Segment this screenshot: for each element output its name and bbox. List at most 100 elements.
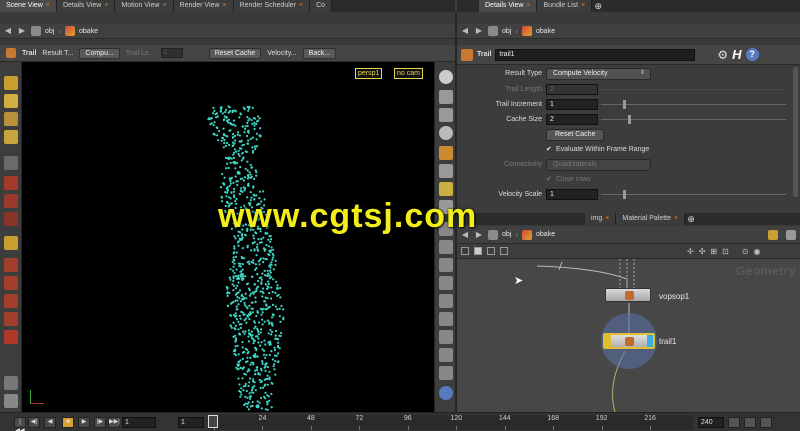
display-normals-icon[interactable] bbox=[439, 240, 453, 254]
velocity-approx-select[interactable]: Back... bbox=[302, 47, 337, 59]
result-type-select[interactable]: Compute Velocity bbox=[546, 68, 651, 80]
trail-length-field[interactable]: 2 bbox=[160, 48, 183, 58]
tab-details-view[interactable]: Details View × bbox=[56, 0, 116, 12]
tab-render-scheduler[interactable]: Render Scheduler × bbox=[233, 0, 311, 12]
trail-increment-field[interactable]: 1 bbox=[546, 99, 598, 110]
back-arrow-icon[interactable]: ◀ bbox=[460, 26, 470, 36]
camera-select-menu[interactable]: no cam bbox=[394, 68, 423, 79]
forward-arrow-icon[interactable]: ▶ bbox=[17, 26, 27, 36]
path-root[interactable]: obj bbox=[502, 231, 511, 238]
display-points-icon[interactable] bbox=[439, 222, 453, 236]
jump-start-button[interactable]: |◀◀ bbox=[14, 417, 26, 431]
tab-motion-view[interactable]: Motion View × bbox=[115, 0, 174, 12]
forward-arrow-icon[interactable]: ▶ bbox=[474, 230, 484, 240]
global-animation-options-icon[interactable] bbox=[760, 417, 772, 428]
start-frame-field[interactable]: 1 bbox=[178, 417, 204, 428]
end-frame-field[interactable]: 240 bbox=[698, 417, 724, 428]
node-name-label[interactable]: vopsop1 bbox=[659, 292, 689, 301]
display-point-numbers-icon[interactable] bbox=[439, 276, 453, 290]
trail-length-slider[interactable] bbox=[601, 89, 786, 90]
tab-image-network[interactable]: img × bbox=[585, 213, 617, 225]
snap-grid-icon[interactable] bbox=[4, 258, 18, 272]
close-icon[interactable]: × bbox=[674, 215, 678, 222]
help-icon[interactable]: ? bbox=[745, 48, 759, 61]
path-node[interactable]: obake bbox=[536, 231, 555, 238]
snap-multi-icon[interactable] bbox=[4, 312, 18, 326]
display-prim-numbers-icon[interactable] bbox=[439, 258, 453, 272]
back-arrow-icon[interactable]: ◀ bbox=[3, 26, 13, 36]
camera-icon[interactable] bbox=[439, 164, 453, 178]
lock-camera-icon[interactable] bbox=[439, 146, 453, 160]
close-icon[interactable]: × bbox=[581, 2, 585, 9]
light-icon[interactable] bbox=[439, 182, 453, 196]
tab-render-view[interactable]: Render View × bbox=[173, 0, 234, 12]
scale-tool-icon[interactable] bbox=[4, 194, 18, 208]
reset-cache-button[interactable]: Reset Cache bbox=[546, 129, 605, 141]
pose-tool-icon[interactable] bbox=[4, 94, 18, 108]
forward-arrow-icon[interactable]: ▶ bbox=[474, 26, 484, 36]
select-tool-icon[interactable] bbox=[4, 76, 18, 90]
result-type-select[interactable]: Compu... bbox=[79, 47, 120, 59]
frame-selection-icon[interactable] bbox=[439, 126, 453, 140]
link-icon[interactable] bbox=[786, 229, 796, 240]
node-display-flag[interactable] bbox=[647, 335, 653, 347]
evaluate-frame-range-checkbox[interactable]: ✔ Evaluate Within Frame Range bbox=[546, 144, 649, 156]
scene-viewport[interactable]: persp1 no cam bbox=[22, 62, 434, 412]
tab-details-view-right[interactable]: Details View × bbox=[479, 0, 538, 12]
node-name-label[interactable]: trail1 bbox=[659, 337, 676, 346]
current-frame-field[interactable]: 1 bbox=[122, 417, 156, 428]
close-icon[interactable]: × bbox=[605, 215, 609, 222]
path-root[interactable]: obj bbox=[502, 28, 511, 35]
tab-scene-view[interactable]: Scene View × bbox=[0, 0, 57, 12]
cache-size-slider[interactable] bbox=[601, 115, 786, 124]
wireframe-display-icon[interactable] bbox=[439, 90, 453, 104]
slider-thumb[interactable] bbox=[622, 190, 626, 199]
snap-curve-icon[interactable] bbox=[4, 294, 18, 308]
view-tool-icon[interactable] bbox=[4, 130, 18, 144]
help-icon[interactable] bbox=[439, 386, 453, 400]
jump-end-button[interactable]: ▶▶| bbox=[108, 417, 120, 428]
tab-material-palette[interactable]: Material Palette × bbox=[616, 213, 686, 225]
path-root[interactable]: obj bbox=[45, 28, 54, 35]
tab-bundle-list[interactable]: Bundle List × bbox=[537, 0, 593, 12]
close-rows-checkbox[interactable]: ✔ Close rows bbox=[546, 174, 591, 186]
reset-cache-button[interactable]: Reset Cache bbox=[208, 47, 262, 59]
node-bypass-flag[interactable] bbox=[605, 335, 611, 347]
velocity-scale-field[interactable]: 1 bbox=[546, 189, 598, 200]
magnet-tool-icon[interactable] bbox=[4, 330, 18, 344]
current-frame-marker[interactable] bbox=[208, 415, 218, 428]
node-name-field[interactable]: trail1 bbox=[495, 48, 696, 61]
close-icon[interactable]: × bbox=[46, 2, 50, 9]
timeline-ruler[interactable]: 124487296120144168192216 bbox=[208, 415, 693, 430]
step-back-button[interactable]: ◀| bbox=[28, 417, 40, 428]
display-uv-icon[interactable] bbox=[439, 312, 453, 326]
trail-increment-slider[interactable] bbox=[601, 100, 786, 109]
close-icon[interactable]: × bbox=[162, 2, 166, 9]
display-velocity-icon[interactable] bbox=[439, 294, 453, 308]
add-tab-icon[interactable]: ⊕ bbox=[685, 213, 697, 225]
trail-length-field[interactable]: 2 bbox=[546, 84, 598, 95]
slider-thumb[interactable] bbox=[628, 115, 632, 124]
settings-tool-icon[interactable] bbox=[4, 394, 18, 408]
shaded-display-icon[interactable] bbox=[439, 108, 453, 122]
background-image-icon[interactable] bbox=[439, 330, 453, 344]
realtime-toggle-icon[interactable] bbox=[744, 417, 756, 428]
play-button[interactable]: ▶ bbox=[78, 417, 90, 428]
keyframe-icon[interactable] bbox=[728, 417, 740, 428]
stop-button[interactable]: ■ bbox=[62, 417, 74, 428]
slider-thumb[interactable] bbox=[622, 100, 626, 109]
connectivity-select[interactable]: Quadrilaterals bbox=[546, 159, 651, 171]
tab-composite-view[interactable]: Co bbox=[310, 0, 333, 12]
add-tab-icon[interactable]: ⊕ bbox=[592, 0, 604, 12]
play-reverse-button[interactable]: ◀ bbox=[44, 417, 56, 428]
snap-point-icon[interactable] bbox=[4, 276, 18, 290]
close-icon[interactable]: × bbox=[526, 2, 530, 9]
pin-icon[interactable] bbox=[768, 229, 778, 240]
close-icon[interactable]: × bbox=[104, 2, 108, 9]
cache-size-field[interactable]: 2 bbox=[546, 114, 598, 125]
ghost-other-icon[interactable] bbox=[439, 200, 453, 214]
translate-tool-icon[interactable] bbox=[4, 212, 18, 226]
network-editor[interactable]: ✢ ✣ ⊞ ⊡ ⊙ ◉ Geometry vopsop1 trail1 ➤ bbox=[457, 244, 800, 412]
path-node[interactable]: obake bbox=[536, 28, 555, 35]
velocity-scale-slider[interactable] bbox=[601, 190, 786, 199]
